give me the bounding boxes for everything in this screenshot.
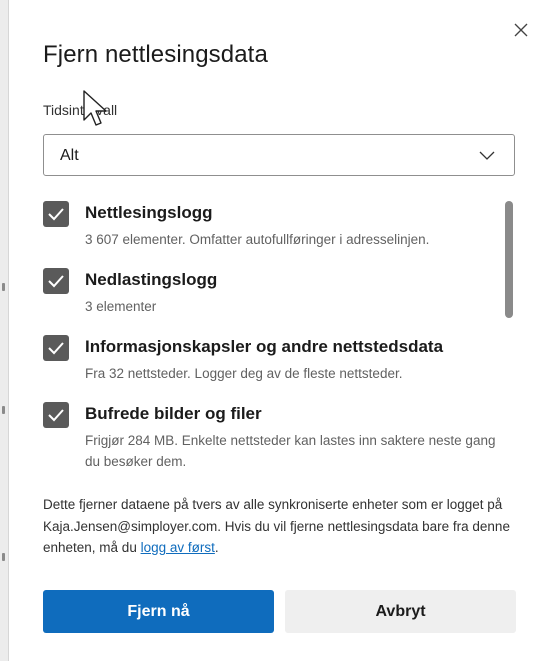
checkmark-icon: [48, 275, 64, 288]
clear-now-button[interactable]: Fjern nå: [43, 590, 274, 633]
close-icon: [514, 23, 528, 37]
item-title: Bufrede bilder og filer: [85, 404, 262, 423]
checkmark-icon: [48, 409, 64, 422]
clear-browsing-data-dialog: Fjern nettlesingsdata Tidsintervall Alt …: [9, 0, 545, 661]
cookies-checkbox[interactable]: [43, 335, 69, 361]
checkmark-icon: [48, 342, 64, 355]
time-range-label: Tidsintervall: [43, 102, 118, 118]
background-window-edge: [0, 0, 9, 661]
data-type-list: Nettlesingslogg 3 607 elementer. Omfatte…: [43, 192, 521, 472]
cached-images-checkbox[interactable]: [43, 402, 69, 428]
scrollbar-thumb[interactable]: [505, 201, 513, 318]
sync-notice: Dette fjerner dataene på tvers av alle s…: [43, 494, 523, 559]
checkmark-icon: [48, 208, 64, 221]
item-title: Nettlesingslogg: [85, 203, 213, 222]
notice-suffix: .: [214, 540, 219, 555]
notice-text: Dette fjerner dataene på tvers av alle s…: [43, 497, 510, 555]
download-history-checkbox[interactable]: [43, 268, 69, 294]
background-mark: [2, 406, 5, 414]
browsing-history-checkbox[interactable]: [43, 201, 69, 227]
screen: Fjern nettlesingsdata Tidsintervall Alt …: [0, 0, 545, 661]
dialog-title: Fjern nettlesingsdata: [43, 41, 268, 68]
item-description: Frigjør 284 MB. Enkelte nettsteder kan l…: [85, 433, 496, 469]
background-mark: [2, 283, 5, 291]
cancel-button[interactable]: Avbryt: [285, 590, 516, 633]
item-title: Nedlastingslogg: [85, 270, 218, 289]
item-title: Informasjonskapsler og andre nettstedsda…: [85, 337, 444, 356]
item-description: Fra 32 nettsteder. Logger deg av de fles…: [85, 366, 403, 381]
item-description: 3 607 elementer. Omfatter autofullføring…: [85, 232, 430, 247]
close-button[interactable]: [510, 19, 532, 41]
time-range-select[interactable]: Alt: [43, 134, 515, 176]
sign-out-first-link[interactable]: logg av først: [141, 540, 215, 555]
background-mark: [2, 553, 5, 561]
time-range-value: Alt: [60, 147, 79, 164]
item-description: 3 elementer: [85, 299, 157, 314]
list-scrollbar[interactable]: [505, 198, 513, 472]
chevron-down-icon: [478, 148, 496, 167]
